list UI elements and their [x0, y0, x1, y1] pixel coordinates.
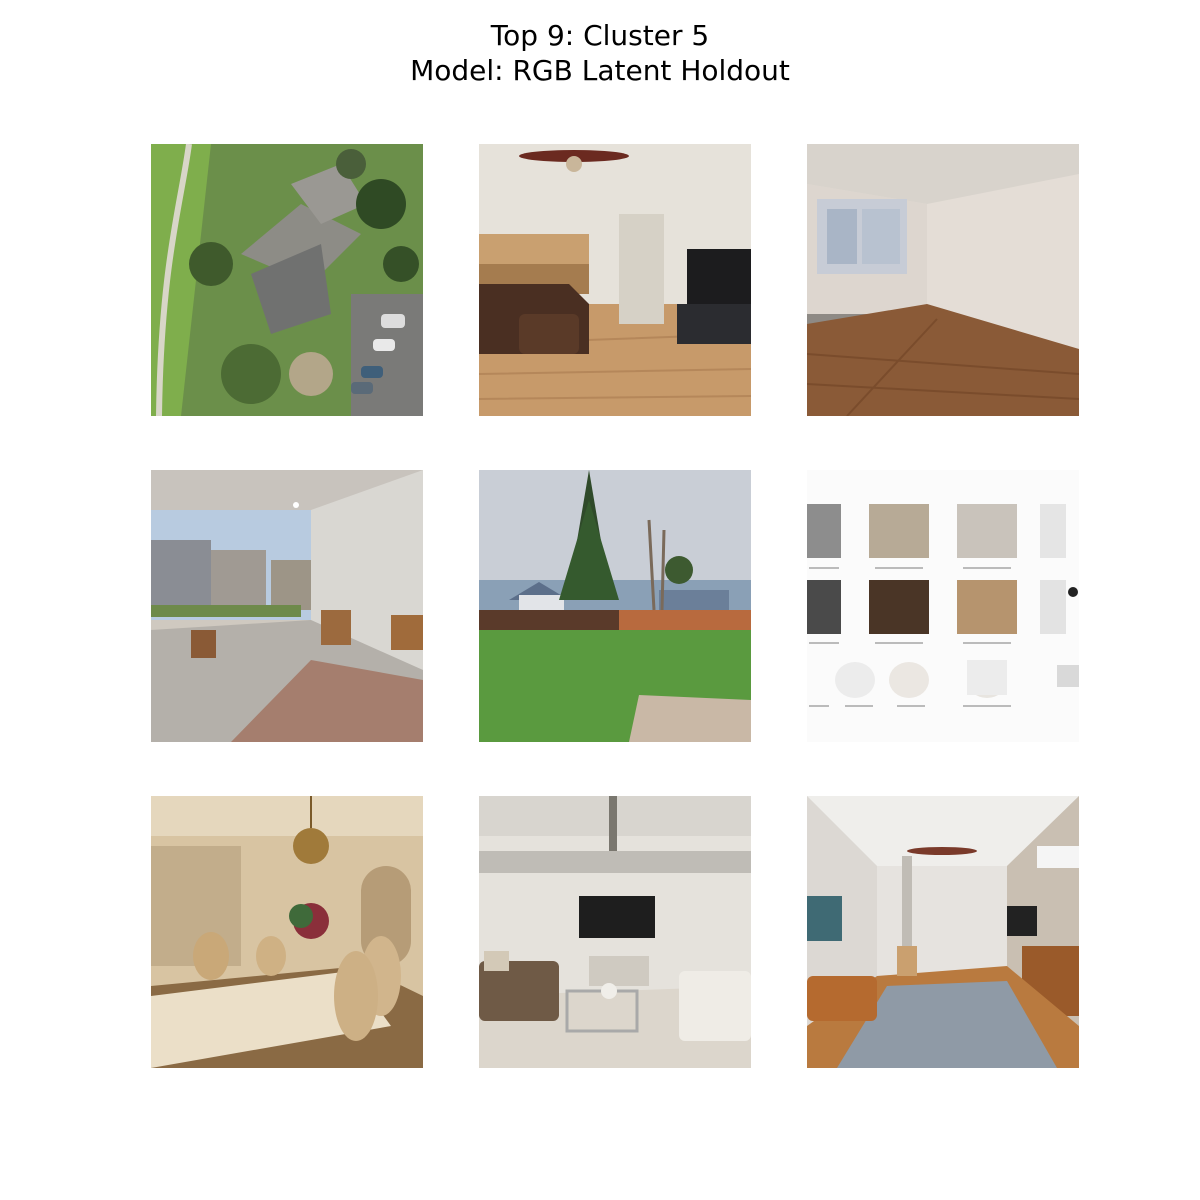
image-empty-room-wood-floor [807, 144, 1079, 416]
image-long-living-room [807, 796, 1079, 1068]
image-aerial-condos [151, 144, 423, 416]
image-loft-living-room [479, 796, 751, 1068]
figure-title: Top 9: Cluster 5 [490, 19, 710, 52]
image-dining-room [151, 796, 423, 1068]
image-backyard-lawn [479, 470, 751, 742]
image-grid [151, 144, 1079, 1068]
figure-subtitle: Model: RGB Latent Holdout [410, 54, 790, 87]
image-covered-patio [151, 470, 423, 742]
image-living-room-leather-sofa [479, 144, 751, 416]
image-finish-selection-board [807, 470, 1079, 742]
